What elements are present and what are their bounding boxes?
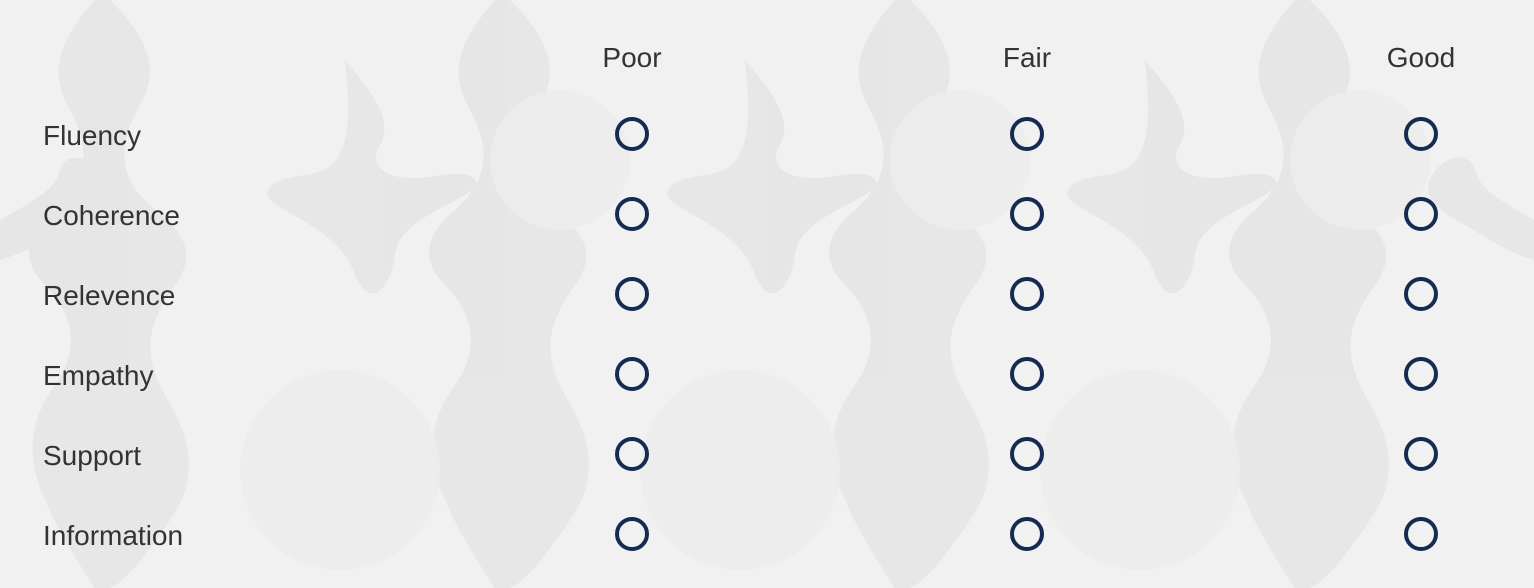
row-label-fluency: Fluency <box>43 120 142 151</box>
relevence-poor-radio[interactable] <box>615 277 649 311</box>
column-header-fair: Fair <box>1002 42 1052 73</box>
coherence-poor-radio[interactable] <box>615 197 649 231</box>
information-good-radio[interactable] <box>1404 517 1438 551</box>
support-good-radio[interactable] <box>1404 437 1438 471</box>
information-fair-radio[interactable] <box>1010 517 1044 551</box>
column-header-poor: Poor <box>602 42 662 73</box>
row-label-coherence: Coherence <box>43 200 180 231</box>
support-fair-radio[interactable] <box>1010 437 1044 471</box>
row-label-support: Support <box>43 440 142 471</box>
empathy-poor-radio[interactable] <box>615 357 649 391</box>
row-label-empathy: Empathy <box>43 360 154 391</box>
support-poor-radio[interactable] <box>615 437 649 471</box>
fluency-fair-radio[interactable] <box>1010 117 1044 151</box>
empathy-good-radio[interactable] <box>1404 357 1438 391</box>
fluency-good-radio[interactable] <box>1404 117 1438 151</box>
relevence-fair-radio[interactable] <box>1010 277 1044 311</box>
rating-matrix: Poor Fair Good Fluency Coherence Releven… <box>0 0 1534 588</box>
fluency-poor-radio[interactable] <box>615 117 649 151</box>
empathy-fair-radio[interactable] <box>1010 357 1044 391</box>
row-label-relevence: Relevence <box>43 280 176 311</box>
information-poor-radio[interactable] <box>615 517 649 551</box>
coherence-fair-radio[interactable] <box>1010 197 1044 231</box>
row-label-information: Information <box>43 520 184 551</box>
relevence-good-radio[interactable] <box>1404 277 1438 311</box>
column-header-good: Good <box>1386 42 1456 73</box>
coherence-good-radio[interactable] <box>1404 197 1438 231</box>
